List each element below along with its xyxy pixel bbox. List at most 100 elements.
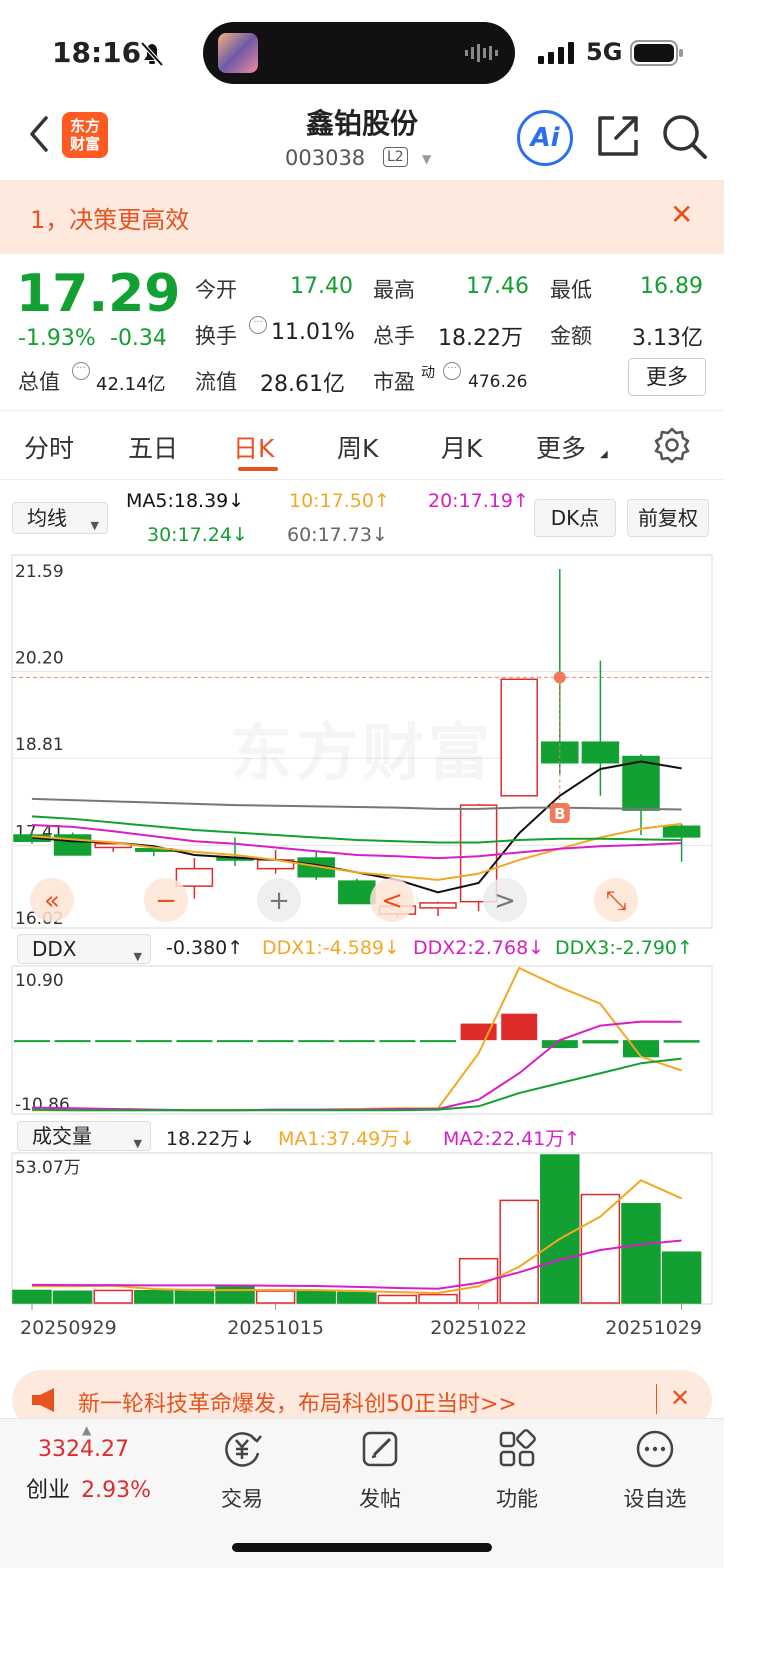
ad-close-icon[interactable]: ✕ <box>670 1384 690 1412</box>
candle-body <box>419 902 457 909</box>
more-quote-button[interactable]: 更多 <box>628 358 706 396</box>
volume-bar <box>377 1294 418 1304</box>
volume-bar <box>174 1288 215 1304</box>
volume-label: 总手 <box>373 324 415 348</box>
volume-bar <box>12 1289 52 1304</box>
open-value: 17.40 <box>290 274 353 299</box>
b-signal-label: B <box>554 805 565 823</box>
index-value: 3324.27 <box>38 1437 129 1462</box>
volume-bar <box>255 1290 296 1304</box>
mcap-info-icon[interactable]: ··· <box>72 362 90 381</box>
ddx-bar <box>14 1040 50 1043</box>
nav-post-label: 发帖 <box>359 1487 401 1511</box>
share-icon[interactable] <box>596 112 642 158</box>
index-arrow-icon: ▲ <box>82 1423 92 1437</box>
ddx-selector-label: DDX <box>32 937 77 961</box>
ma30-label: 30:17.24↓ <box>147 524 248 546</box>
promo-banner[interactable]: 1，决策更高效 ✕ <box>0 180 724 254</box>
ddx-chart[interactable]: 10.90 -10.86 <box>0 965 724 1116</box>
vol-ma2-label: MA2:22.41万↑ <box>443 1128 581 1150</box>
volume-value: 18.22万 <box>438 326 523 351</box>
active-tab-underline <box>238 467 278 471</box>
turnover-info-icon[interactable]: ··· <box>249 316 267 335</box>
now-playing-avatar <box>218 33 258 73</box>
mute-bell-icon <box>140 41 164 67</box>
code-dropdown-icon[interactable]: ▼ <box>422 152 431 166</box>
candle-body <box>175 867 214 887</box>
low-label: 最低 <box>550 278 592 302</box>
date-tick-label: 20250929 <box>20 1317 117 1339</box>
float-value: 28.61亿 <box>260 372 345 397</box>
ma-selector-caret-icon: ▼ <box>90 519 99 532</box>
volume-bar <box>215 1285 255 1304</box>
nav-trade[interactable]: 交易 <box>192 1429 292 1513</box>
ddx-bar <box>135 1040 172 1043</box>
turnover-label: 换手 <box>195 324 237 348</box>
volume-bar <box>134 1289 174 1304</box>
nav-features-label: 功能 <box>496 1487 538 1511</box>
ddx-bar <box>501 1013 538 1041</box>
pe-value: 476.26 <box>468 372 528 392</box>
ma-legend-row: 均线 ▼ MA5:18.39↓ 10:17.50↑ 20:17.19↑ 30:1… <box>0 480 724 554</box>
volume-selector[interactable]: 成交量 ▼ <box>17 1121 151 1151</box>
ddx2-label: DDX2:2.768↓ <box>413 937 545 959</box>
stock-code[interactable]: 003038 <box>285 146 365 170</box>
ma-selector-label: 均线 <box>27 506 67 530</box>
high-value: 17.46 <box>466 274 529 299</box>
tab-five-day[interactable]: 五日 <box>128 429 178 465</box>
ddx-bar <box>217 1040 253 1043</box>
dynamic-island[interactable] <box>203 22 515 84</box>
dk-point-button[interactable]: DK点 <box>534 499 616 537</box>
ddx-bar <box>298 1040 335 1043</box>
level-badge: L2 <box>383 147 408 167</box>
banner-close-icon[interactable]: ✕ <box>670 198 693 231</box>
last-price: 17.29 <box>16 264 181 324</box>
nav-post[interactable]: 发帖 <box>330 1429 430 1513</box>
logo-line2: 财富 <box>69 135 100 153</box>
ddx-bar <box>54 1040 91 1043</box>
ddx-top-tick: 10.90 <box>15 971 64 991</box>
tab-monthly-k[interactable]: 月K <box>441 429 482 465</box>
volume-value: 18.22万↓ <box>166 1128 256 1150</box>
volume-chart[interactable]: 53.07万 20250929 20251015 20251022 20251029 <box>0 1152 724 1347</box>
search-icon[interactable] <box>660 112 708 160</box>
prev-icon-glyph: < <box>381 886 403 916</box>
ma5-label: MA5:18.39↓ <box>126 490 245 512</box>
volume-bar <box>93 1289 133 1304</box>
logo-line1: 东方 <box>69 117 100 135</box>
ddx-line-ddx2 <box>31 1020 682 1112</box>
settings-gear-icon[interactable] <box>654 427 690 464</box>
ddx-value: -0.380↑ <box>166 937 244 959</box>
app-logo[interactable]: 东方 财富 <box>62 112 108 158</box>
tab-intraday[interactable]: 分时 <box>24 429 74 465</box>
tab-more[interactable]: 更多 <box>536 429 586 465</box>
mcap-value: 42.14亿 <box>96 374 166 395</box>
post-edit-icon <box>362 1431 398 1467</box>
ai-assistant-button[interactable]: Ai <box>517 110 573 166</box>
back-icon[interactable] <box>22 112 62 156</box>
home-indicator <box>232 1543 492 1552</box>
nav-features[interactable]: 功能 <box>467 1429 567 1513</box>
ddx-bar <box>257 1040 294 1043</box>
tab-daily-k[interactable]: 日K <box>233 429 274 465</box>
float-label: 流值 <box>195 370 237 394</box>
nav-watchlist[interactable]: 设自选 <box>605 1429 705 1513</box>
ad-text: 新一轮科技革命爆发，布局科创50正当时>> <box>78 1392 517 1417</box>
date-tick-label: 20251029 <box>605 1317 702 1339</box>
ddx1-label: DDX1:-4.589↓ <box>262 937 400 959</box>
mcap-label: 总值 <box>18 370 60 394</box>
tab-weekly-k[interactable]: 周K <box>337 429 378 465</box>
dk-point-label: DK点 <box>550 506 600 530</box>
pe-info-icon[interactable]: ··· <box>443 362 461 381</box>
ddx-bar <box>338 1040 375 1043</box>
kline-y-tick: 18.81 <box>15 735 64 755</box>
stock-name: 鑫铂股份 <box>305 107 418 140</box>
ma-selector[interactable]: 均线 ▼ <box>12 502 108 534</box>
fullscreen-icon-glyph: ⤡ <box>606 886 627 916</box>
index-ticker[interactable]: ▲ 3324.27 创业 2.93% <box>20 1423 170 1504</box>
ddx-bar <box>420 1040 456 1043</box>
ddx-selector[interactable]: DDX ▼ <box>17 934 151 964</box>
adjust-button[interactable]: 前复权 <box>627 499 709 537</box>
ddx-bar <box>95 1040 132 1043</box>
zoom-out-icon-glyph: − <box>155 886 177 916</box>
